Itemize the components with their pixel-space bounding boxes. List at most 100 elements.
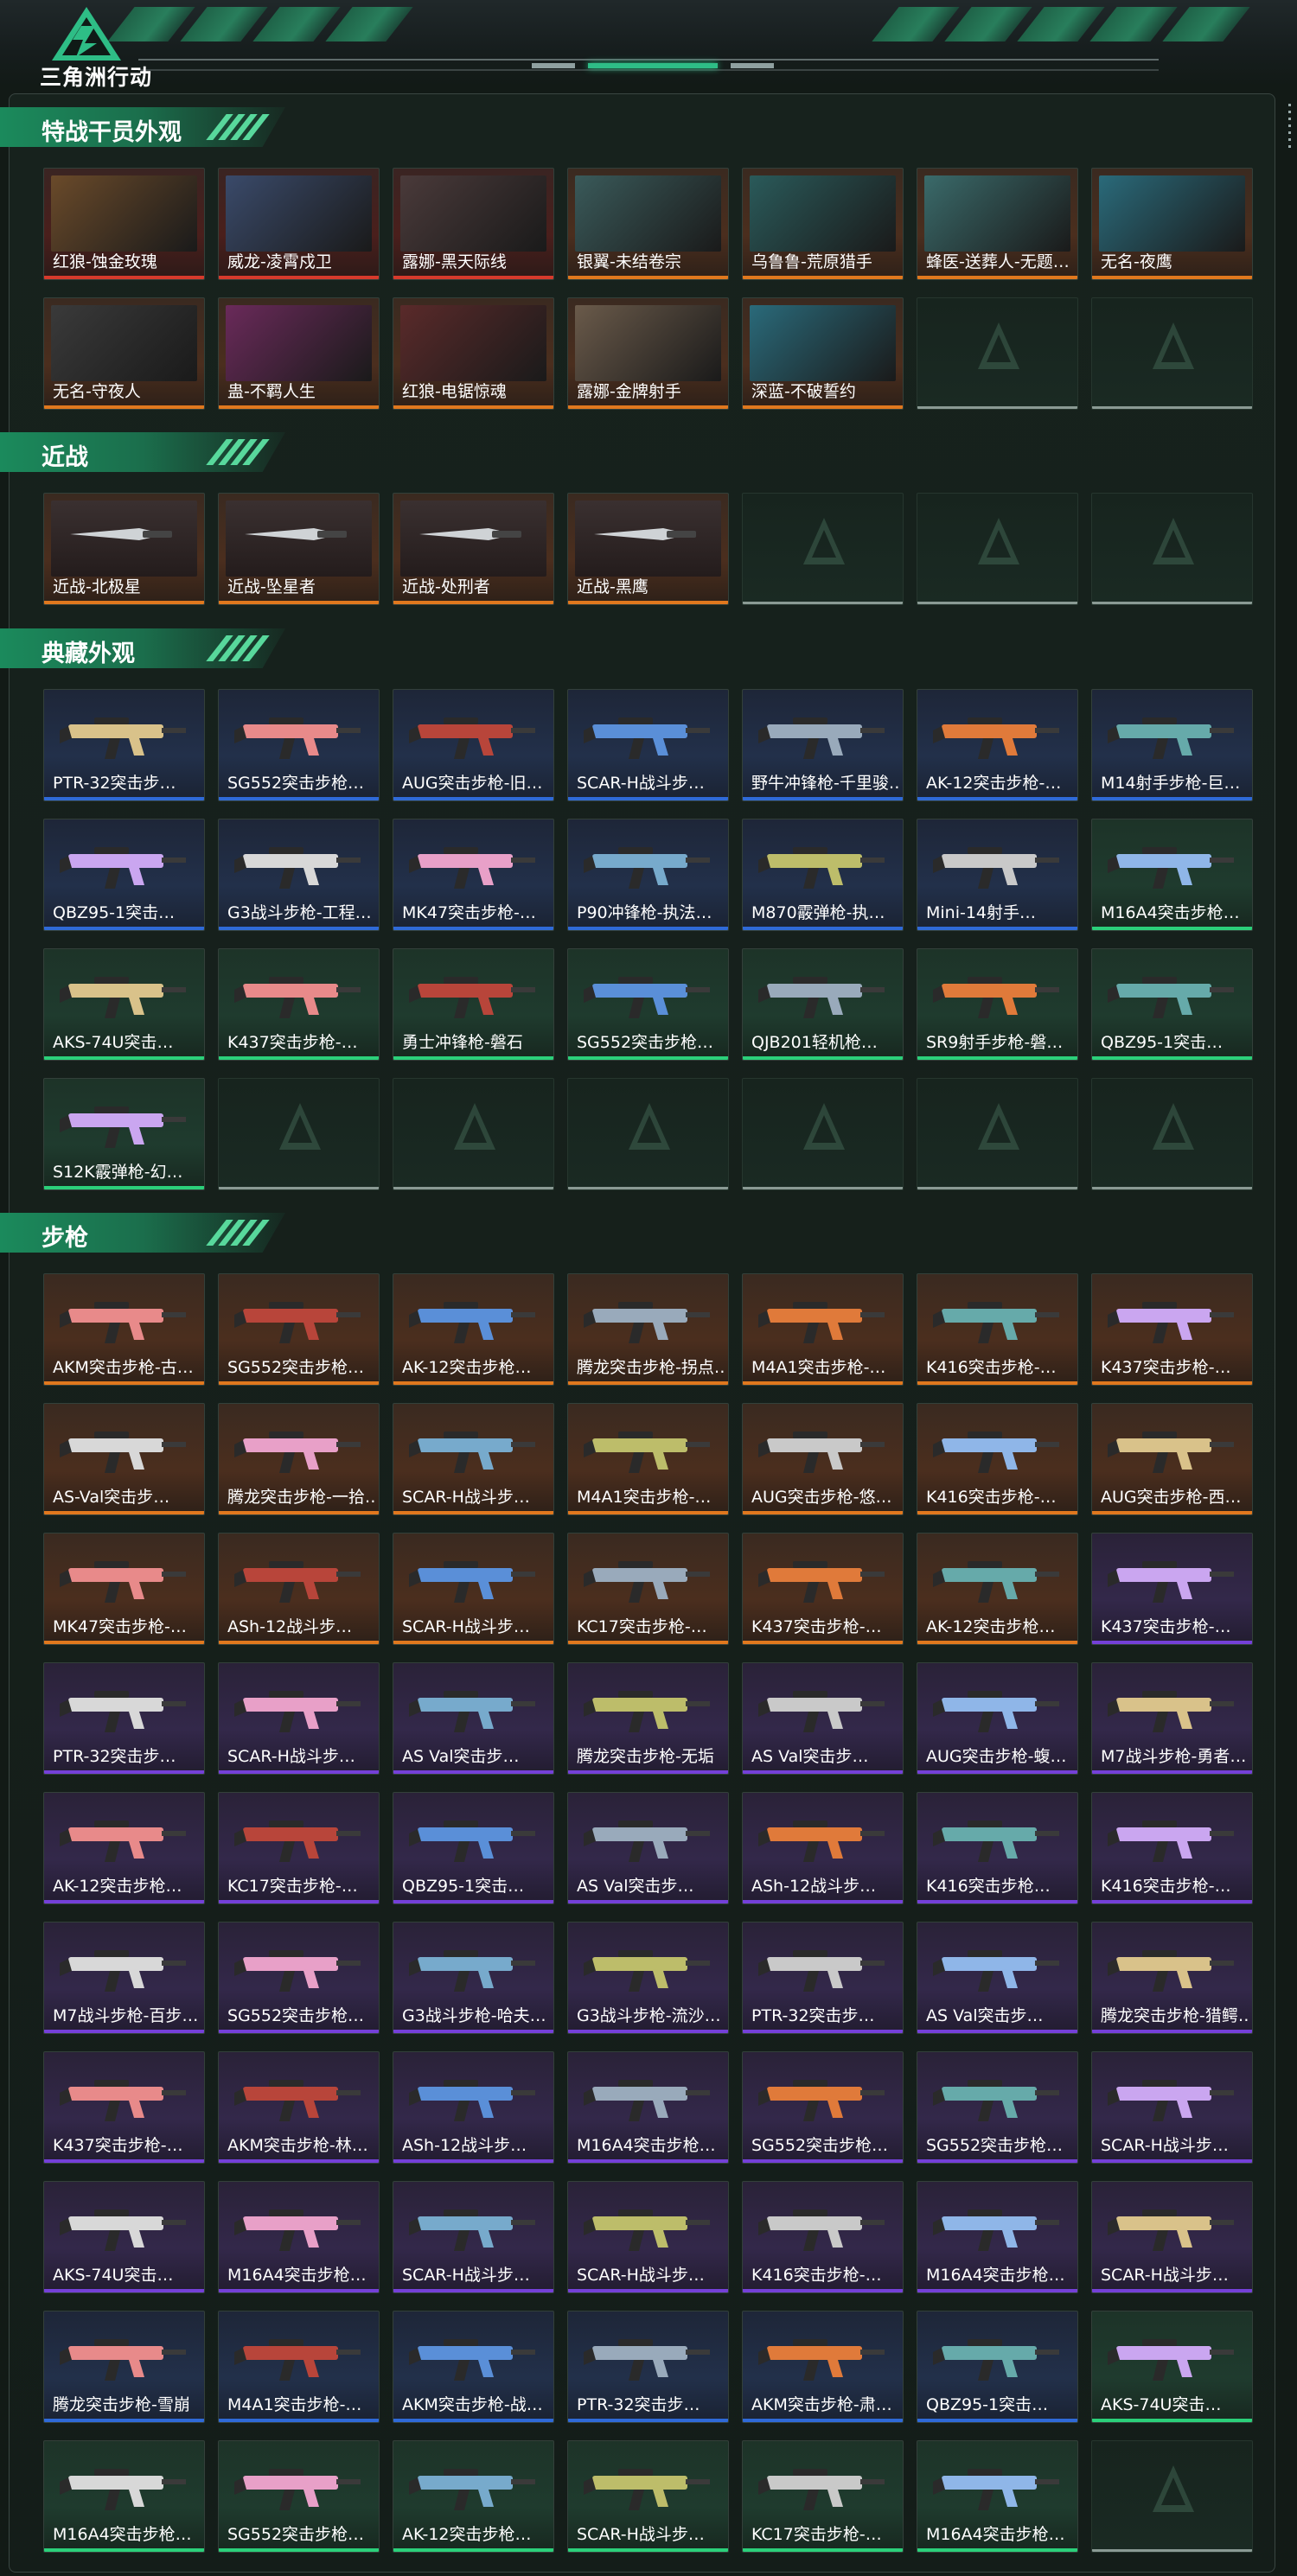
operator-item-card[interactable]: 露娜-金牌射手 bbox=[567, 297, 729, 410]
rifle-item-card[interactable]: 腾龙突击步枪-一拾… bbox=[218, 1403, 380, 1515]
collection-item-card[interactable]: M16A4突击步枪… bbox=[1091, 819, 1253, 931]
operator-item-card[interactable]: 威龙-凌霄戍卫 bbox=[218, 168, 380, 280]
rifle-item-card[interactable]: AK-12突击步枪… bbox=[393, 2440, 554, 2553]
rifle-item-card[interactable]: QBZ95-1突击… bbox=[917, 2311, 1078, 2423]
rifle-item-card[interactable]: K437突击步枪-… bbox=[1091, 1273, 1253, 1386]
rifle-item-card[interactable]: ASh-12战斗步… bbox=[218, 1533, 380, 1645]
rifle-item-card[interactable]: 腾龙突击步枪-猎鳄… bbox=[1091, 1922, 1253, 2034]
rifle-item-card[interactable]: AK-12突击步枪… bbox=[393, 1273, 554, 1386]
rifle-item-card[interactable]: PTR-32突击步… bbox=[567, 2311, 729, 2423]
rifle-item-card[interactable]: K437突击步枪-… bbox=[742, 1533, 904, 1645]
rifle-item-card[interactable]: AK-12突击步枪… bbox=[43, 1792, 205, 1904]
rifle-item-card[interactable]: M4A1突击步枪-… bbox=[218, 2311, 380, 2423]
rifle-item-card[interactable]: AKM突击步枪-林… bbox=[218, 2051, 380, 2164]
rifle-item-card[interactable]: AKS-74U突击… bbox=[1091, 2311, 1253, 2423]
collection-item-card[interactable]: AK-12突击步枪-… bbox=[917, 689, 1078, 801]
rifle-item-card[interactable]: 腾龙突击步枪-拐点… bbox=[567, 1273, 729, 1386]
collection-item-card[interactable]: QJB201轻机枪… bbox=[742, 948, 904, 1061]
collection-item-card[interactable]: PTR-32突击步… bbox=[43, 689, 205, 801]
rifle-item-card[interactable]: SG552突击步枪… bbox=[218, 2440, 380, 2553]
operator-item-card[interactable]: 露娜-黑天际线 bbox=[393, 168, 554, 280]
rifle-item-card[interactable]: AKM突击步枪-古… bbox=[43, 1273, 205, 1386]
rifle-item-card[interactable]: G3战斗步枪-流沙… bbox=[567, 1922, 729, 2034]
operator-item-card[interactable]: 无名-守夜人 bbox=[43, 297, 205, 410]
collection-item-card[interactable]: MK47突击步枪-… bbox=[393, 819, 554, 931]
melee-item-card[interactable]: 近战-黑鹰 bbox=[567, 493, 729, 605]
rifle-item-card[interactable]: QBZ95-1突击… bbox=[393, 1792, 554, 1904]
collection-item-card[interactable]: SG552突击步枪… bbox=[218, 689, 380, 801]
rifle-item-card[interactable]: AKM突击步枪-肃… bbox=[742, 2311, 904, 2423]
rifle-item-card[interactable]: SG552突击步枪… bbox=[917, 2051, 1078, 2164]
rifle-item-card[interactable]: SCAR-H战斗步… bbox=[567, 2440, 729, 2553]
rifle-item-card[interactable]: SG552突击步枪… bbox=[218, 1273, 380, 1386]
collection-item-card[interactable]: Mini-14射手… bbox=[917, 819, 1078, 931]
rifle-item-card[interactable]: SCAR-H战斗步… bbox=[393, 1403, 554, 1515]
collection-item-card[interactable]: 野牛冲锋枪-千里骏… bbox=[742, 689, 904, 801]
operator-item-card[interactable]: 蜂医-送葬人-无题… bbox=[917, 168, 1078, 280]
rifle-item-card[interactable]: SCAR-H战斗步… bbox=[1091, 2051, 1253, 2164]
scrollbar[interactable] bbox=[1288, 104, 1292, 152]
rifle-item-card[interactable]: ASh-12战斗步… bbox=[393, 2051, 554, 2164]
rifle-item-card[interactable]: SCAR-H战斗步… bbox=[1091, 2181, 1253, 2293]
rifle-item-card[interactable]: M16A4突击步枪… bbox=[917, 2440, 1078, 2553]
operator-item-card[interactable]: 银翼-未结卷宗 bbox=[567, 168, 729, 280]
rifle-item-card[interactable]: M16A4突击步枪… bbox=[43, 2440, 205, 2553]
rifle-item-card[interactable]: K416突击步枪-… bbox=[917, 1403, 1078, 1515]
rifle-item-card[interactable]: SG552突击步枪… bbox=[742, 2051, 904, 2164]
melee-item-card[interactable]: 近战-坠星者 bbox=[218, 493, 380, 605]
rifle-item-card[interactable]: MK47突击步枪-… bbox=[43, 1533, 205, 1645]
operator-item-card[interactable]: 红狼-电锯惊魂 bbox=[393, 297, 554, 410]
rifle-item-card[interactable]: M4A1突击步枪-… bbox=[742, 1273, 904, 1386]
collection-item-card[interactable]: QBZ95-1突击… bbox=[43, 819, 205, 931]
rifle-item-card[interactable]: AKS-74U突击… bbox=[43, 2181, 205, 2293]
rifle-item-card[interactable]: K416突击步枪… bbox=[917, 1792, 1078, 1904]
collection-item-card[interactable]: SR9射手步枪-磐… bbox=[917, 948, 1078, 1061]
collection-item-card[interactable]: G3战斗步枪-工程… bbox=[218, 819, 380, 931]
melee-item-card[interactable]: 近战-处刑者 bbox=[393, 493, 554, 605]
collection-item-card[interactable]: M14射手步枪-巨… bbox=[1091, 689, 1253, 801]
operator-item-card[interactable]: 红狼-蚀金玫瑰 bbox=[43, 168, 205, 280]
rifle-item-card[interactable]: AKM突击步枪-战… bbox=[393, 2311, 554, 2423]
rifle-item-card[interactable]: K416突击步枪-… bbox=[742, 2181, 904, 2293]
rifle-item-card[interactable]: AS Val突击步… bbox=[917, 1922, 1078, 2034]
collection-item-card[interactable]: AKS-74U突击… bbox=[43, 948, 205, 1061]
rifle-item-card[interactable]: KC17突击步枪-… bbox=[218, 1792, 380, 1904]
rifle-item-card[interactable]: SCAR-H战斗步… bbox=[567, 2181, 729, 2293]
operator-item-card[interactable]: 深蓝-不破誓约 bbox=[742, 297, 904, 410]
rifle-item-card[interactable]: AS Val突击步… bbox=[567, 1792, 729, 1904]
rifle-item-card[interactable]: AUG突击步枪-蝮… bbox=[917, 1662, 1078, 1775]
rifle-item-card[interactable]: M16A4突击步枪… bbox=[567, 2051, 729, 2164]
rifle-item-card[interactable]: PTR-32突击步… bbox=[742, 1922, 904, 2034]
rifle-item-card[interactable]: PTR-32突击步… bbox=[43, 1662, 205, 1775]
collection-item-card[interactable]: QBZ95-1突击… bbox=[1091, 948, 1253, 1061]
rifle-item-card[interactable]: K416突击步枪-… bbox=[1091, 1792, 1253, 1904]
melee-item-card[interactable]: 近战-北极星 bbox=[43, 493, 205, 605]
rifle-item-card[interactable]: M16A4突击步枪… bbox=[917, 2181, 1078, 2293]
collection-item-card[interactable]: 勇士冲锋枪-磐石 bbox=[393, 948, 554, 1061]
rifle-item-card[interactable]: AK-12突击步枪… bbox=[917, 1533, 1078, 1645]
rifle-item-card[interactable]: K416突击步枪-… bbox=[917, 1273, 1078, 1386]
collection-item-card[interactable]: M870霰弹枪-执… bbox=[742, 819, 904, 931]
rifle-item-card[interactable]: KC17突击步枪-… bbox=[567, 1533, 729, 1645]
rifle-item-card[interactable]: G3战斗步枪-哈夫… bbox=[393, 1922, 554, 2034]
collection-item-card[interactable]: K437突击步枪-… bbox=[218, 948, 380, 1061]
operator-item-card[interactable]: 蛊-不羁人生 bbox=[218, 297, 380, 410]
rifle-item-card[interactable]: SCAR-H战斗步… bbox=[393, 2181, 554, 2293]
rifle-item-card[interactable]: SCAR-H战斗步… bbox=[393, 1533, 554, 1645]
rifle-item-card[interactable]: SCAR-H战斗步… bbox=[218, 1662, 380, 1775]
rifle-item-card[interactable]: M16A4突击步枪… bbox=[218, 2181, 380, 2293]
collection-item-card[interactable]: P90冲锋枪-执法… bbox=[567, 819, 729, 931]
operator-item-card[interactable]: 无名-夜鹰 bbox=[1091, 168, 1253, 280]
collection-item-card[interactable]: SCAR-H战斗步… bbox=[567, 689, 729, 801]
collection-item-card[interactable]: S12K霰弹枪-幻… bbox=[43, 1078, 205, 1190]
rifle-item-card[interactable]: K437突击步枪-… bbox=[1091, 1533, 1253, 1645]
operator-item-card[interactable]: 乌鲁鲁-荒原猎手 bbox=[742, 168, 904, 280]
rifle-item-card[interactable]: M7战斗步枪-百步… bbox=[43, 1922, 205, 2034]
rifle-item-card[interactable]: SG552突击步枪… bbox=[218, 1922, 380, 2034]
collection-item-card[interactable]: SG552突击步枪… bbox=[567, 948, 729, 1061]
rifle-item-card[interactable]: M4A1突击步枪-… bbox=[567, 1403, 729, 1515]
rifle-item-card[interactable]: ASh-12战斗步… bbox=[742, 1792, 904, 1904]
rifle-item-card[interactable]: K437突击步枪-… bbox=[43, 2051, 205, 2164]
rifle-item-card[interactable]: AUG突击步枪-悠… bbox=[742, 1403, 904, 1515]
rifle-item-card[interactable]: KC17突击步枪-… bbox=[742, 2440, 904, 2553]
